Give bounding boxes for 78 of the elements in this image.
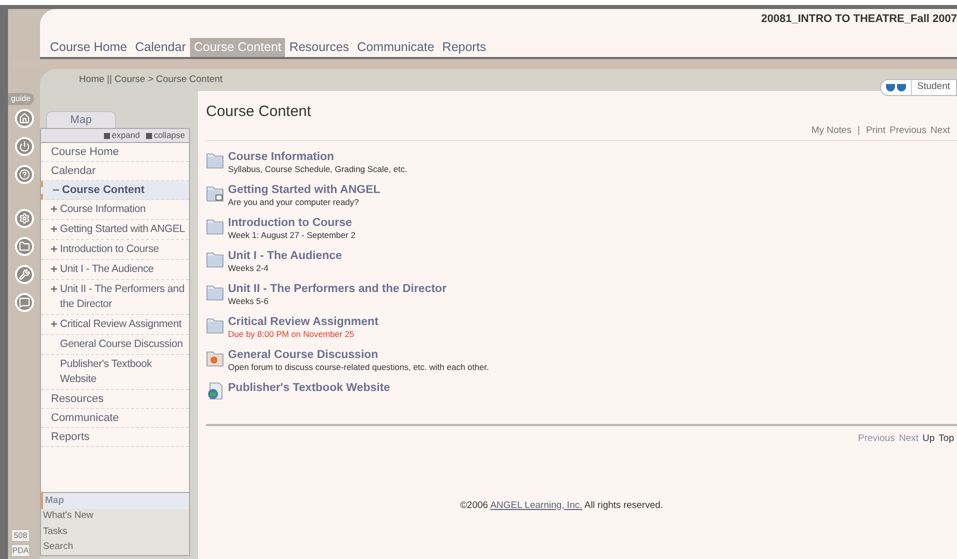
tree-item[interactable]: Critical Review Assignment (41, 315, 189, 335)
nav-tab[interactable]: Course Home (46, 38, 132, 57)
panel-tab[interactable]: What's New (41, 508, 189, 524)
view-label: Student (911, 80, 956, 95)
web-page-icon (206, 382, 224, 400)
item-description: Open forum to discuss course-related questions, etc. with each other. (228, 362, 489, 374)
content-item-link[interactable]: Course Information (228, 150, 408, 164)
chat-icon[interactable] (14, 293, 34, 312)
company-link[interactable]: ANGEL Learning, Inc. (490, 500, 582, 510)
separator: | (856, 124, 861, 138)
page-link[interactable]: Previous (889, 124, 926, 138)
course-title: 20081_INTRO TO THEATRE_Fall 2007 (761, 12, 957, 27)
panel-tab[interactable]: Tasks (41, 524, 189, 540)
glasses-icon (885, 82, 908, 92)
tree-item[interactable]: Reports (41, 428, 189, 447)
page-link[interactable]: My Notes (811, 124, 852, 138)
content-item-link[interactable]: Introduction to Course (228, 216, 356, 230)
view-toggle[interactable]: Student (880, 79, 957, 96)
breadcrumb: Home || Course > Course Content (79, 72, 223, 87)
home-icon[interactable] (14, 109, 34, 128)
tree-item[interactable]: Publisher's Textbook Website (41, 355, 189, 390)
expand-icon[interactable] (51, 246, 57, 252)
copyright-text: ©2006 ANGEL Learning, Inc. All rights reserved. (460, 498, 664, 512)
tree-item[interactable]: Unit I - The Audience (41, 260, 189, 280)
nav-link[interactable]: Up (922, 432, 935, 446)
tree-item[interactable]: Course Content (41, 181, 189, 200)
tree-item[interactable]: Course Home (41, 143, 189, 162)
item-description: Are you and your computer ready? (228, 197, 360, 208)
tree-item[interactable]: Resources (41, 390, 189, 409)
tree-item[interactable]: Unit II - The Performers and the Director (41, 280, 189, 315)
folder-icon[interactable] (14, 237, 34, 256)
page-title: Course Content (206, 103, 312, 121)
folder-icon (206, 151, 224, 170)
rail-button[interactable]: 508 (11, 529, 30, 542)
settings-icon[interactable] (14, 209, 34, 228)
expand-button[interactable]: expand (104, 129, 140, 142)
content-item-link[interactable]: Unit II - The Performers and the Director (228, 282, 447, 296)
folder-icon (206, 283, 224, 302)
item-description: Due by 8:00 PM on November 25 (228, 329, 356, 340)
nav-tab[interactable]: Reports (438, 38, 490, 57)
content-item-link[interactable]: Critical Review Assignment (228, 315, 378, 330)
tree-item[interactable]: Course Information (41, 200, 189, 220)
folder-shortcut-icon (206, 184, 224, 202)
rail-button[interactable]: PDA (11, 544, 30, 557)
expand-icon[interactable] (51, 266, 57, 272)
panel-tab[interactable]: Search (41, 540, 189, 555)
collapse-icon[interactable] (53, 187, 59, 193)
content-item-link[interactable]: Getting Started with ANGEL (228, 183, 380, 198)
item-description: Syllabus, Course Schedule, Grading Scale, etc. (228, 164, 408, 176)
tree-item[interactable]: General Course Discussion (41, 335, 189, 355)
expand-icon[interactable] (51, 226, 57, 232)
content-item-link[interactable]: Publisher's Textbook Website (228, 381, 390, 396)
expand-icon[interactable] (51, 321, 57, 327)
content-item-link[interactable]: General Course Discussion (228, 348, 489, 362)
power-icon[interactable] (14, 137, 34, 156)
folder-icon (206, 217, 224, 236)
content-item-link[interactable]: Unit I - The Audience (228, 249, 342, 264)
nav-tab[interactable]: Calendar (131, 38, 190, 57)
folder-icon (206, 250, 224, 268)
expand-icon[interactable] (51, 206, 57, 212)
tree-item[interactable]: Introduction to Course (41, 240, 189, 260)
nav-tab[interactable]: Communicate (353, 38, 438, 57)
wrench-icon[interactable] (14, 265, 34, 284)
folder-icon (206, 316, 224, 334)
expand-icon[interactable] (51, 286, 57, 292)
page-link[interactable]: Print (866, 124, 886, 138)
forum-icon (206, 349, 224, 368)
page-link[interactable]: Next (930, 124, 950, 138)
tree-item[interactable]: Getting Started with ANGEL (41, 220, 189, 240)
nav-link[interactable]: Top (938, 432, 954, 446)
help-icon[interactable] (14, 165, 34, 184)
nav-tab[interactable]: Resources (285, 38, 354, 57)
collapse-button[interactable]: collapse (146, 129, 185, 142)
item-description: Weeks 2-4 (228, 263, 270, 274)
item-description: Weeks 5-6 (228, 296, 270, 308)
item-description: Week 1: August 27 - September 2 (228, 230, 356, 242)
map-tab[interactable]: Map (46, 111, 116, 128)
tree-item[interactable]: Communicate (41, 409, 189, 428)
